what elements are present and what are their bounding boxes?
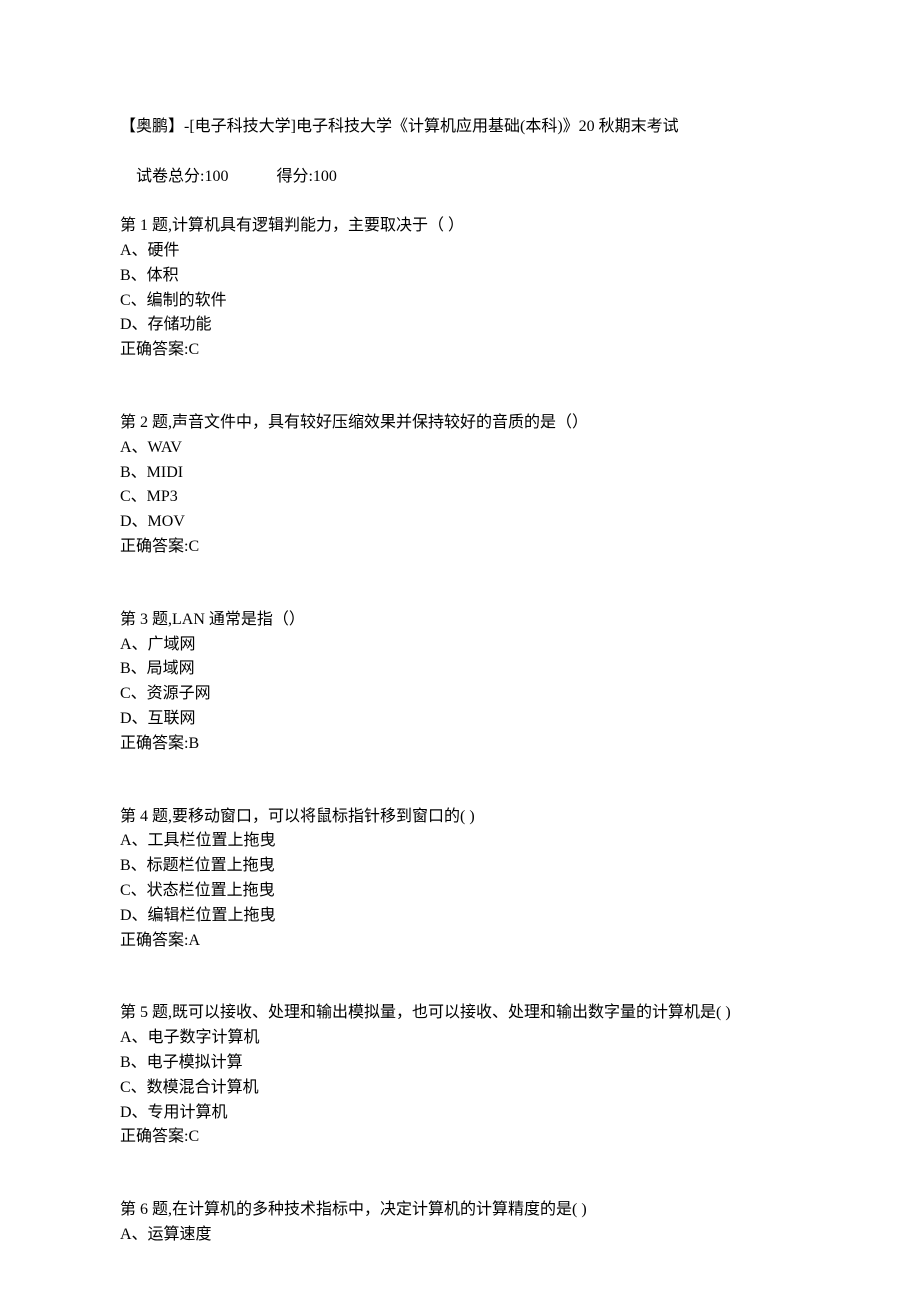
question-option: A、WAV <box>120 436 800 461</box>
answer-value: B <box>188 735 199 752</box>
question-option: D、互联网 <box>120 707 800 732</box>
question-stem: 第 6 题,在计算机的多种技术指标中，决定计算机的计算精度的是( ) <box>120 1198 800 1223</box>
answer-line: 正确答案:C <box>120 535 800 560</box>
answer-line: 正确答案:C <box>120 338 800 363</box>
question-option: B、局域网 <box>120 657 800 682</box>
answer-line: 正确答案:C <box>120 1125 800 1150</box>
question-stem: 第 4 题,要移动窗口，可以将鼠标指针移到窗口的( ) <box>120 805 800 830</box>
answer-value: C <box>188 341 199 358</box>
question-option: C、资源子网 <box>120 682 800 707</box>
question-option: D、MOV <box>120 510 800 535</box>
question-6: 第 6 题,在计算机的多种技术指标中，决定计算机的计算精度的是( ) A、运算速… <box>120 1198 800 1248</box>
total-score-value: 100 <box>204 165 228 190</box>
answer-line: 正确答案:B <box>120 732 800 757</box>
question-2: 第 2 题,声音文件中，具有较好压缩效果并保持较好的音质的是（） A、WAV B… <box>120 411 800 560</box>
question-stem: 第 1 题,计算机具有逻辑判能力，主要取决于（ ） <box>120 214 800 239</box>
question-option: B、体积 <box>120 264 800 289</box>
question-option: C、MP3 <box>120 485 800 510</box>
question-option: C、数模混合计算机 <box>120 1076 800 1101</box>
answer-value: A <box>188 932 200 949</box>
question-option: C、编制的软件 <box>120 289 800 314</box>
question-stem: 第 2 题,声音文件中，具有较好压缩效果并保持较好的音质的是（） <box>120 411 800 436</box>
exam-page: 【奥鹏】-[电子科技大学]电子科技大学《计算机应用基础(本科)》20 秋期末考试… <box>0 0 920 1308</box>
question-option: A、广域网 <box>120 633 800 658</box>
question-4: 第 4 题,要移动窗口，可以将鼠标指针移到窗口的( ) A、工具栏位置上拖曳 B… <box>120 805 800 954</box>
answer-label: 正确答案: <box>120 1128 188 1145</box>
question-option: A、硬件 <box>120 239 800 264</box>
got-score-value: 100 <box>313 165 337 190</box>
question-option: D、专用计算机 <box>120 1101 800 1126</box>
question-option: C、状态栏位置上拖曳 <box>120 879 800 904</box>
exam-title: 【奥鹏】-[电子科技大学]电子科技大学《计算机应用基础(本科)》20 秋期末考试 <box>120 115 800 140</box>
question-option: B、标题栏位置上拖曳 <box>120 854 800 879</box>
question-option: A、运算速度 <box>120 1223 800 1248</box>
answer-label: 正确答案: <box>120 538 188 555</box>
answer-value: C <box>188 538 199 555</box>
question-option: A、工具栏位置上拖曳 <box>120 829 800 854</box>
got-score-label: 得分: <box>276 165 312 190</box>
question-option: D、编辑栏位置上拖曳 <box>120 904 800 929</box>
question-option: B、电子模拟计算 <box>120 1051 800 1076</box>
question-option: B、MIDI <box>120 461 800 486</box>
question-stem: 第 5 题,既可以接收、处理和输出模拟量，也可以接收、处理和输出数字量的计算机是… <box>120 1001 800 1026</box>
answer-label: 正确答案: <box>120 735 188 752</box>
score-line: 试卷总分:100得分:100 <box>120 140 800 214</box>
total-score-label: 试卷总分: <box>136 165 204 190</box>
question-stem: 第 3 题,LAN 通常是指（） <box>120 608 800 633</box>
question-5: 第 5 题,既可以接收、处理和输出模拟量，也可以接收、处理和输出数字量的计算机是… <box>120 1001 800 1150</box>
question-option: D、存储功能 <box>120 313 800 338</box>
answer-value: C <box>188 1128 199 1145</box>
answer-line: 正确答案:A <box>120 929 800 954</box>
answer-label: 正确答案: <box>120 341 188 358</box>
question-3: 第 3 题,LAN 通常是指（） A、广域网 B、局域网 C、资源子网 D、互联… <box>120 608 800 757</box>
answer-label: 正确答案: <box>120 932 188 949</box>
question-1: 第 1 题,计算机具有逻辑判能力，主要取决于（ ） A、硬件 B、体积 C、编制… <box>120 214 800 363</box>
question-option: A、电子数字计算机 <box>120 1026 800 1051</box>
